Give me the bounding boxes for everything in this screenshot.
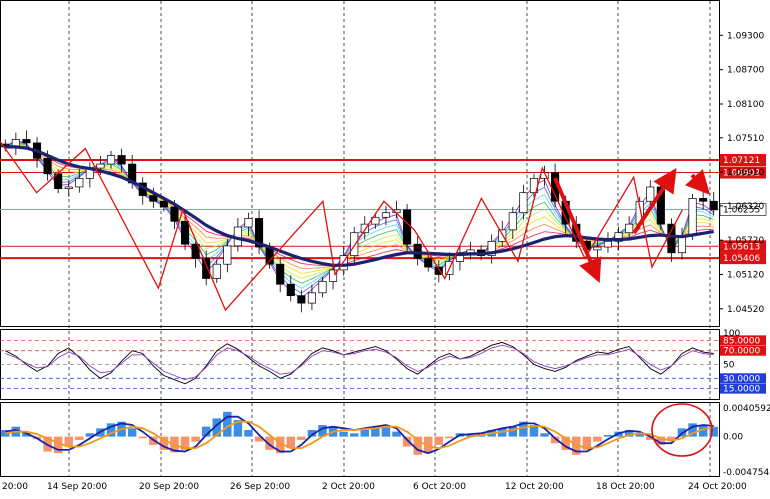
hist-bar — [127, 428, 137, 437]
candle-body — [244, 218, 253, 228]
hist-bar — [360, 429, 370, 437]
candle-body — [223, 245, 232, 265]
candle-body — [593, 246, 602, 251]
x-tick-label: 26 Sep 20:00 — [230, 482, 290, 492]
candle-body — [106, 155, 116, 165]
hist-tick-label: 0.00 — [723, 433, 743, 443]
candle-body — [667, 223, 676, 254]
chart-window: 1.07121 1.06902 1.06255 1.05613 1.05406 1.09… — [0, 0, 770, 495]
candle-body — [688, 198, 697, 236]
hist-bar — [223, 411, 232, 437]
candle-body — [307, 292, 316, 304]
candle-body — [64, 186, 73, 190]
y-tick-label: 1.08100 — [727, 100, 764, 110]
candle-body — [625, 223, 634, 234]
osc-level-label: 15.0000 — [723, 385, 760, 395]
candle-body — [318, 281, 327, 294]
osc-level-label: 50 — [723, 361, 735, 371]
candle-body — [170, 206, 179, 222]
hist-bar — [297, 436, 306, 440]
candle-body — [202, 258, 211, 279]
candle-body — [403, 209, 412, 245]
candle-body — [212, 263, 221, 279]
price-level-label: 1.05406 — [723, 254, 760, 264]
hist-bar — [445, 436, 454, 439]
candles — [1, 130, 718, 313]
candle-body — [22, 139, 31, 144]
hist-bar — [434, 436, 444, 445]
candle-body — [350, 232, 359, 256]
hist-bar — [381, 426, 391, 437]
hist-bar — [371, 428, 380, 437]
candle-body — [381, 212, 390, 218]
histogram-panel-border — [0, 402, 720, 477]
chart-canvas: 1.071211.069021.062551.056131.05406 1.09… — [0, 0, 770, 492]
y-tick-label: 1.07510 — [727, 134, 764, 144]
hist-bar — [244, 429, 253, 437]
candle-body — [329, 269, 338, 282]
candle-body — [159, 200, 168, 208]
price-level-label: 1.07121 — [723, 156, 760, 166]
osc-level-label: 30.0000 — [723, 374, 760, 384]
y-tick-label: 1.06320 — [727, 202, 764, 212]
hist-bar — [593, 436, 602, 442]
candle-body — [286, 283, 295, 297]
x-tick-label: 24 Oct 20:00 — [688, 482, 747, 492]
candle-body — [117, 155, 126, 165]
candle-body — [508, 212, 517, 231]
x-tick-label: 14 Sep 20:00 — [47, 482, 107, 492]
x-tick-label: 20 Sep 20:00 — [139, 482, 199, 492]
candle-body — [180, 220, 190, 245]
y-tick-label: 1.06910 — [727, 168, 764, 178]
hist-bar — [339, 431, 348, 437]
candle-body — [297, 295, 306, 304]
osc-top-label: 100 — [723, 329, 740, 339]
candle-body — [75, 178, 84, 188]
hist-bar — [603, 434, 613, 437]
x-tick-label: 18 Oct 20:00 — [596, 482, 655, 492]
x-tick-label: 2 Oct 20:00 — [322, 482, 375, 492]
hist-bar — [349, 433, 359, 437]
y-tick-label: 1.08700 — [727, 66, 764, 76]
x-tick-label: 6 Oct 20:00 — [413, 482, 466, 492]
osc-level-label: 70.0000 — [723, 347, 760, 357]
hist-bar — [540, 433, 549, 437]
oscillator-lines — [0, 339, 719, 390]
y-tick-label: 1.05720 — [727, 236, 764, 246]
y-tick-label: 1.09300 — [727, 31, 764, 41]
histogram-axis: 0.0040592 0.00 -0.0047541 — [723, 404, 770, 478]
candle-body — [646, 186, 655, 202]
candle-body — [149, 195, 158, 202]
candle-body — [699, 198, 708, 202]
candle-body — [519, 192, 528, 214]
candle-body — [276, 263, 285, 285]
hist-bar — [191, 436, 200, 442]
hist-bar — [138, 436, 147, 439]
candle-body — [96, 163, 105, 169]
x-tick-label: 12 Oct 20:00 — [505, 482, 564, 492]
y-tick-label: 1.04520 — [727, 305, 764, 315]
hist-tick-label: 0.0040592 — [723, 404, 770, 414]
osc-line — [5, 341, 714, 385]
x-tick-label: 20:00 — [2, 482, 28, 492]
candle-body — [43, 158, 52, 175]
oscillator-axis: 85.000070.00005030.000015.0000100 — [720, 329, 766, 395]
candle-body — [603, 240, 613, 248]
hist-tick-label: -0.0047541 — [723, 468, 770, 478]
hist-bar — [75, 436, 84, 440]
histogram-bars — [1, 411, 718, 455]
hist-bar — [508, 426, 518, 437]
y-tick-label: 1.05120 — [727, 271, 764, 281]
candle-body — [709, 200, 718, 211]
time-axis: 20:00 14 Sep 20:00 20 Sep 20:00 26 Sep 20:0… — [2, 482, 747, 492]
small-arrow — [685, 169, 711, 195]
candle-body — [424, 258, 433, 268]
